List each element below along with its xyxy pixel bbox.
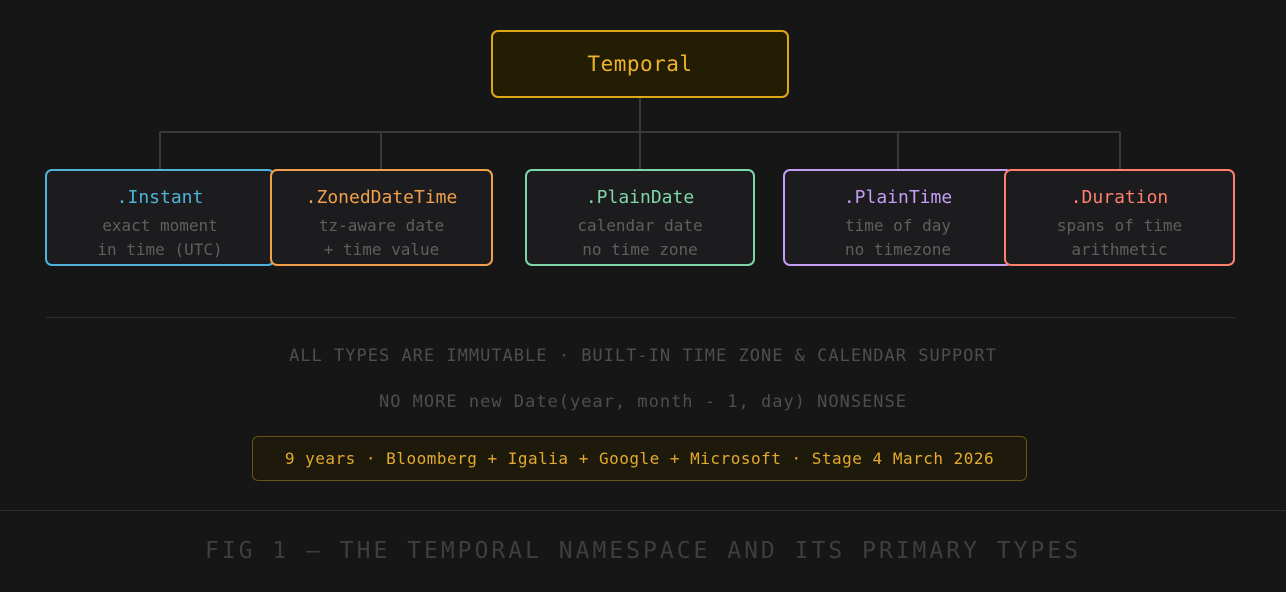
- type-node-zoneddatetime: .ZonedDateTime tz-aware date + time valu…: [270, 169, 493, 266]
- credit-text: 9 years · Bloomberg + Igalia + Google + …: [284, 449, 995, 468]
- note-no-more-date: NO MORE new Date(year, month - 1, day) N…: [378, 392, 908, 412]
- type-name: .Instant: [116, 187, 204, 208]
- type-node-instant: .Instant exact moment in time (UTC): [45, 169, 275, 266]
- type-desc-line1: exact moment: [102, 216, 218, 235]
- type-name: .ZonedDateTime: [305, 187, 458, 208]
- type-desc-line2: arithmetic: [1071, 240, 1168, 259]
- type-desc-line2: + time value: [323, 240, 440, 259]
- type-desc-line1: time of day: [845, 216, 951, 235]
- type-desc-line1: tz-aware date: [318, 216, 445, 235]
- figure-caption: FIG 1 — THE TEMPORAL NAMESPACE AND ITS P…: [204, 538, 1082, 564]
- credit-banner: 9 years · Bloomberg + Igalia + Google + …: [252, 436, 1027, 481]
- type-name: .PlainTime: [843, 187, 953, 208]
- type-node-plaintime: .PlainTime time of day no timezone: [783, 169, 1013, 266]
- footer-divider: [0, 510, 1286, 511]
- temporal-root-node: Temporal: [491, 30, 789, 98]
- root-label: Temporal: [587, 52, 693, 76]
- section-divider: [46, 317, 1235, 318]
- type-desc-line2: in time (UTC): [97, 240, 223, 259]
- type-name: .PlainDate: [585, 187, 695, 208]
- type-desc-line1: spans of time: [1056, 216, 1183, 235]
- type-name: .Duration: [1070, 187, 1169, 208]
- type-node-plaindate: .PlainDate calendar date no time zone: [525, 169, 755, 266]
- type-node-duration: .Duration spans of time arithmetic: [1004, 169, 1235, 266]
- type-desc-line1: calendar date: [577, 216, 703, 235]
- note-immutable: ALL TYPES ARE IMMUTABLE · BUILT-IN TIME …: [289, 346, 997, 366]
- type-desc-line2: no timezone: [845, 240, 951, 259]
- type-desc-line2: no time zone: [582, 240, 698, 259]
